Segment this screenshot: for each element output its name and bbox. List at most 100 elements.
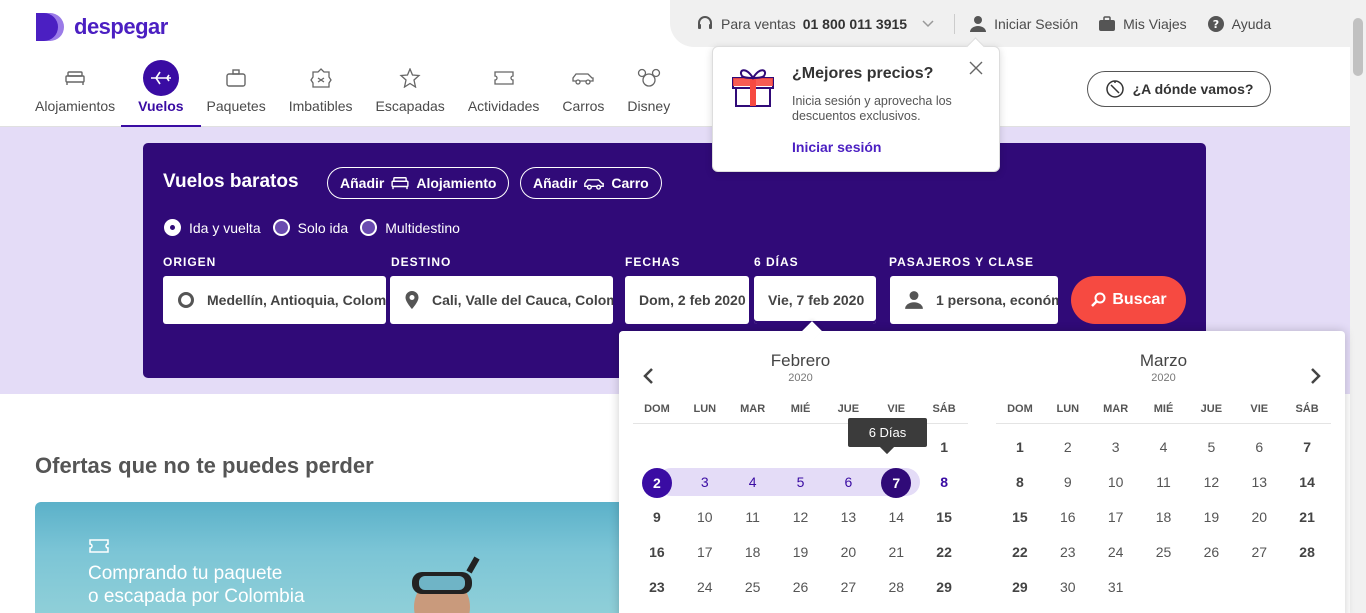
- calendar-day[interactable]: 7: [1283, 433, 1331, 462]
- calendar-day[interactable]: 2: [633, 468, 681, 498]
- calendar-day[interactable]: 20: [1235, 503, 1283, 532]
- help-link[interactable]: ? Ayuda: [1207, 15, 1271, 33]
- calendar-day[interactable]: 16: [633, 538, 681, 567]
- calendar-day[interactable]: 27: [1235, 538, 1283, 567]
- calendar-day[interactable]: 10: [1092, 468, 1140, 497]
- calendar-day[interactable]: 11: [1140, 468, 1188, 497]
- calendar-day[interactable]: 1: [920, 433, 968, 462]
- calendar-day[interactable]: 4: [1140, 433, 1188, 462]
- nav-item-disney[interactable]: Disney: [622, 60, 675, 127]
- trip-type-round[interactable]: Ida y vuelta: [164, 219, 261, 236]
- origin-field[interactable]: Medellín, Antioquia, Colombia: [163, 276, 386, 324]
- calendar-day[interactable]: 31: [1092, 573, 1140, 602]
- close-icon[interactable]: [969, 61, 983, 75]
- trip-type-oneway[interactable]: Solo ida: [272, 219, 348, 236]
- add-car-button[interactable]: Añadir Carro: [520, 167, 662, 199]
- gift-icon: [732, 69, 774, 107]
- calendar-day[interactable]: 3: [681, 468, 729, 497]
- return-date-field[interactable]: Vie, 7 feb 2020: [754, 276, 876, 324]
- nav-item-actividades[interactable]: Actividades: [463, 60, 545, 127]
- sales-phone[interactable]: Para ventas 01 800 011 3915: [696, 15, 934, 33]
- calendar-day[interactable]: 19: [777, 538, 825, 567]
- my-trips-label: Mis Viajes: [1123, 15, 1187, 32]
- calendar-day[interactable]: 28: [1283, 538, 1331, 567]
- mickey-icon: [631, 60, 667, 96]
- calendar-day[interactable]: 19: [1187, 503, 1235, 532]
- range-tooltip: 6 Días: [848, 418, 927, 447]
- calendar-day[interactable]: 17: [681, 538, 729, 567]
- calendar-day[interactable]: 12: [1187, 468, 1235, 497]
- calendar-day[interactable]: 26: [777, 573, 825, 602]
- calendar-day[interactable]: 12: [777, 503, 825, 532]
- page-scrollbar[interactable]: [1350, 0, 1366, 613]
- scrollbar-thumb[interactable]: [1353, 18, 1363, 76]
- calendar-day[interactable]: 27: [824, 573, 872, 602]
- add-hotel-button[interactable]: Añadir Alojamiento: [327, 167, 510, 199]
- calendar-day[interactable]: 18: [729, 538, 777, 567]
- calendar-day[interactable]: 21: [872, 538, 920, 567]
- calendar-day[interactable]: 22: [996, 538, 1044, 567]
- calendar-day[interactable]: 17: [1092, 503, 1140, 532]
- nav-item-vuelos[interactable]: Vuelos: [121, 60, 202, 127]
- calendar-day[interactable]: 8: [996, 468, 1044, 497]
- calendar-day[interactable]: 13: [1235, 468, 1283, 497]
- nav-item-imbatibles[interactable]: Imbatibles: [284, 60, 358, 127]
- depart-date-field[interactable]: Dom, 2 feb 2020: [625, 276, 749, 324]
- calendar-day[interactable]: 23: [1044, 538, 1092, 567]
- month-year: 2020: [1151, 372, 1176, 384]
- passengers-field[interactable]: 1 persona, económica: [890, 276, 1058, 324]
- calendar-day[interactable]: 30: [1044, 573, 1092, 602]
- popup-login-link[interactable]: Iniciar sesión: [792, 139, 881, 155]
- trip-type-multi[interactable]: Multidestino: [360, 219, 460, 236]
- week-row: 29 30 31: [996, 570, 1331, 605]
- calendar-day[interactable]: 9: [633, 503, 681, 532]
- week-row: 2345678: [633, 465, 968, 500]
- car-icon: [584, 178, 605, 190]
- calendar-day[interactable]: 8: [920, 468, 968, 497]
- weekday-label: SÁB: [1295, 403, 1319, 415]
- calendar-day[interactable]: 2: [1044, 433, 1092, 462]
- calendar-day[interactable]: 6: [824, 468, 872, 497]
- calendar-day[interactable]: 20: [824, 538, 872, 567]
- calendar-day[interactable]: 14: [872, 503, 920, 532]
- login-link[interactable]: Iniciar Sesión: [969, 15, 1078, 33]
- where-to-button[interactable]: ¿A dónde vamos?: [1087, 71, 1271, 107]
- calendar-day[interactable]: 10: [681, 503, 729, 532]
- calendar-day[interactable]: 25: [1140, 538, 1188, 567]
- calendar-day[interactable]: 24: [681, 573, 729, 602]
- nav-item-escapadas[interactable]: Escapadas: [371, 60, 450, 127]
- calendar-day[interactable]: 18: [1140, 503, 1188, 532]
- calendar-day[interactable]: 21: [1283, 503, 1331, 532]
- calendar-day[interactable]: 7: [872, 468, 920, 498]
- calendar-day[interactable]: 1: [996, 433, 1044, 462]
- calendar-day[interactable]: 5: [1187, 433, 1235, 462]
- calendar-day[interactable]: 3: [1092, 433, 1140, 462]
- calendar-day[interactable]: 22: [920, 538, 968, 567]
- offer-card[interactable]: Comprando tu paquete o escapada por Colo…: [35, 502, 635, 613]
- calendar-day[interactable]: 16: [1044, 503, 1092, 532]
- calendar-day[interactable]: 5: [777, 468, 825, 497]
- calendar-day[interactable]: 29: [920, 573, 968, 602]
- calendar-day[interactable]: 26: [1187, 538, 1235, 567]
- nav-item-alojamientos[interactable]: Alojamientos: [30, 60, 120, 127]
- calendar-day[interactable]: 9: [1044, 468, 1092, 497]
- calendar-day[interactable]: 6: [1235, 433, 1283, 462]
- add-prefix: Añadir: [340, 175, 385, 191]
- calendar-day[interactable]: 24: [1092, 538, 1140, 567]
- calendar-day[interactable]: 25: [729, 573, 777, 602]
- nav-item-carros[interactable]: Carros: [557, 60, 609, 127]
- logo[interactable]: despegar: [34, 11, 168, 43]
- calendar-day[interactable]: 23: [633, 573, 681, 602]
- search-button[interactable]: Buscar: [1071, 276, 1186, 324]
- calendar-day[interactable]: 15: [996, 503, 1044, 532]
- calendar-day[interactable]: 29: [996, 573, 1044, 602]
- calendar-day[interactable]: 4: [729, 468, 777, 497]
- calendar-day[interactable]: 13: [824, 503, 872, 532]
- my-trips-link[interactable]: Mis Viajes: [1098, 15, 1187, 33]
- nav-item-paquetes[interactable]: Paquetes: [202, 60, 271, 127]
- calendar-day[interactable]: 15: [920, 503, 968, 532]
- calendar-day[interactable]: 28: [872, 573, 920, 602]
- destination-field[interactable]: Cali, Valle del Cauca, Colombia: [390, 276, 613, 324]
- calendar-day[interactable]: 14: [1283, 468, 1331, 497]
- calendar-day[interactable]: 11: [729, 503, 777, 532]
